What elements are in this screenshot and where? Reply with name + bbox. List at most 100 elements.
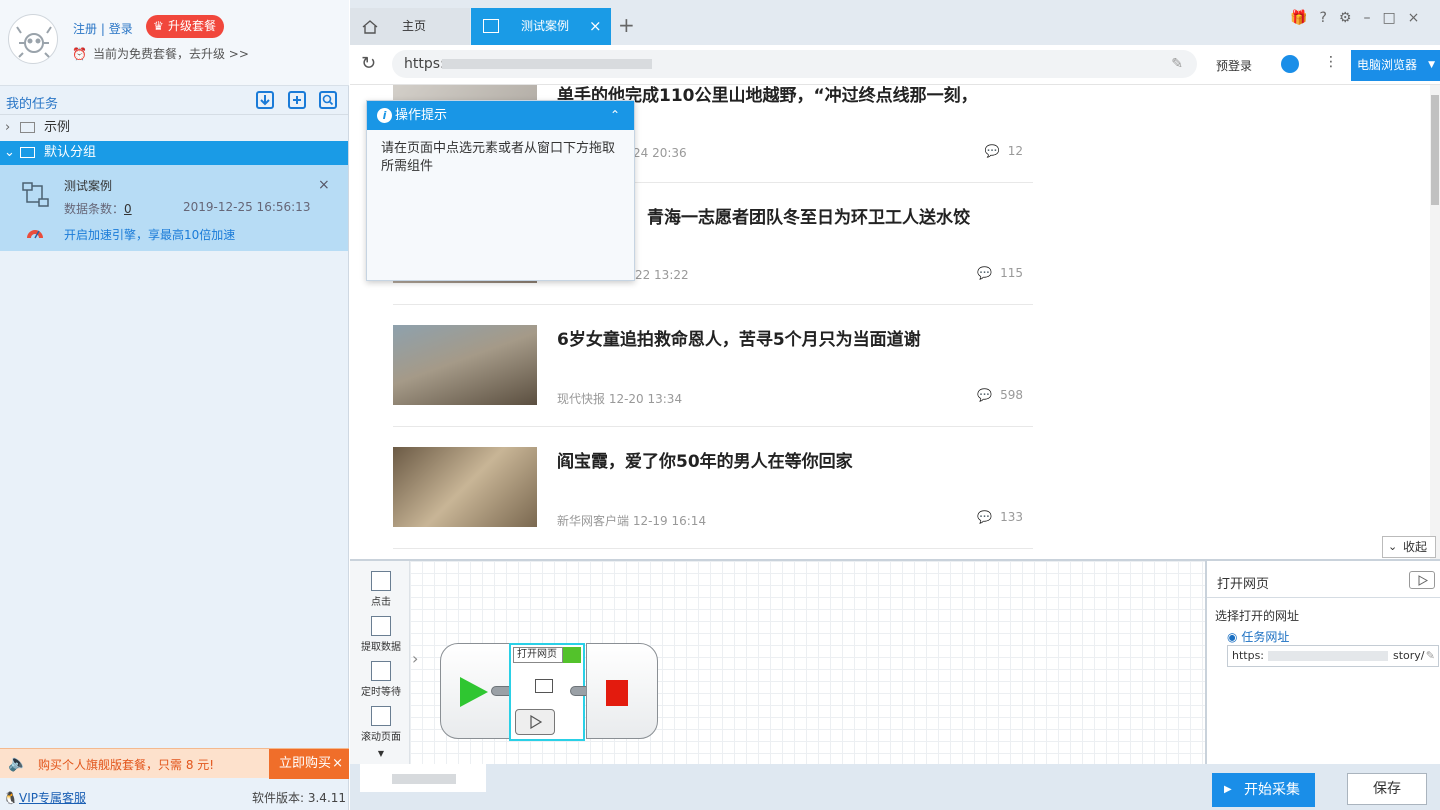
news-title[interactable]: 青海一志愿者团队冬至日为环卫工人送水饺 bbox=[647, 203, 970, 228]
count-label: 数据条数： bbox=[64, 202, 125, 216]
tab-bar: 主页 测试案例 × + 🎁 ? ⚙ – □ × bbox=[350, 0, 1440, 45]
start-collect-button[interactable]: ▶ 开始采集 bbox=[1212, 773, 1315, 807]
alarm-clock-icon: ⏰ bbox=[72, 47, 87, 61]
maximize-icon[interactable]: □ bbox=[1382, 10, 1395, 26]
close-icon[interactable]: × bbox=[318, 177, 330, 193]
properties-panel: 打开网页 选择打开的网址 ◉ 任务网址 https: story/ ✎ bbox=[1205, 559, 1440, 764]
gift-icon[interactable]: 🎁 bbox=[1290, 10, 1307, 26]
more-menu-icon[interactable]: ⋮ bbox=[1324, 54, 1338, 70]
task-card[interactable]: 测试案例 数据条数：0 2019-12-25 16:56:13 × 开启加速引擎… bbox=[0, 165, 348, 251]
scroll-icon bbox=[371, 706, 391, 726]
extract-icon bbox=[371, 616, 391, 636]
click-icon bbox=[371, 571, 391, 591]
scrollbar-thumb[interactable] bbox=[1431, 95, 1439, 205]
news-item[interactable]: 6岁女童追拍救命恩人，苦寻5个月只为当面道谢 现代快报 12-20 13:34 … bbox=[393, 305, 1033, 427]
auth-links: 注册 | 登录 bbox=[73, 20, 133, 37]
chevron-down-icon: ⌄ bbox=[4, 145, 15, 160]
news-item[interactable]: 阎宝霞，爱了你50年的男人在等你回家 新华网客户端 12-19 16:14 💬 1… bbox=[393, 427, 1033, 549]
component-toolbox: 点击 提取数据 定时等待 滚动页面 ▼ bbox=[350, 561, 410, 766]
hourglass-icon bbox=[371, 661, 391, 681]
close-icon[interactable]: × bbox=[332, 749, 343, 779]
edit-pencil-icon[interactable]: ✎ bbox=[1426, 646, 1435, 666]
import-task-icon[interactable] bbox=[255, 90, 275, 110]
caret-down-icon: ▼ bbox=[1428, 60, 1435, 70]
help-icon[interactable]: ? bbox=[1319, 10, 1326, 26]
gear-icon[interactable]: ⚙ bbox=[1339, 10, 1352, 26]
register-link[interactable]: 注册 bbox=[73, 22, 97, 36]
comment-icon: 💬 bbox=[977, 388, 993, 402]
scrollbar[interactable] bbox=[1430, 85, 1440, 559]
save-button[interactable]: 保存 bbox=[1347, 773, 1427, 805]
plan-status[interactable]: ⏰ 当前为免费套餐，去升级 >> bbox=[72, 45, 249, 62]
tab-test-case[interactable]: 测试案例 × bbox=[471, 8, 611, 45]
login-link[interactable]: 登录 bbox=[109, 22, 133, 36]
window-controls: 🎁 ? ⚙ – □ × bbox=[1290, 10, 1419, 26]
group-example[interactable]: › 示例 bbox=[0, 116, 348, 140]
plan-text: 当前为免费套餐，去升级 >> bbox=[92, 47, 249, 61]
avatar[interactable] bbox=[8, 14, 58, 64]
prelogin-button[interactable]: 预登录 bbox=[1216, 57, 1252, 74]
toolbox-more-icon[interactable]: ▼ bbox=[354, 749, 408, 758]
hand-pointer-icon[interactable] bbox=[1281, 55, 1299, 73]
refresh-icon[interactable]: ↻ bbox=[361, 55, 376, 73]
run-node-button[interactable] bbox=[515, 709, 555, 735]
props-title: 打开网页 bbox=[1217, 577, 1270, 592]
address-bar: ↻ https: ✎ 预登录 ⋮ 电脑浏览器 ▼ bbox=[350, 45, 1440, 85]
news-meta: 现代快报 12-20 13:34 bbox=[557, 392, 683, 406]
url-redacted bbox=[442, 59, 652, 69]
news-title[interactable]: 阎宝霞，爱了你50年的男人在等你回家 bbox=[557, 447, 853, 472]
news-comments[interactable]: 💬 598 bbox=[977, 388, 1023, 402]
search-task-icon[interactable] bbox=[318, 90, 338, 110]
chevron-right-icon[interactable]: › bbox=[412, 649, 418, 668]
task-url-option[interactable]: ◉ 任务网址 bbox=[1227, 628, 1289, 645]
flowchart-icon bbox=[22, 182, 50, 208]
tab-home[interactable]: 主页 bbox=[350, 8, 470, 45]
new-tab-icon[interactable]: + bbox=[618, 8, 638, 45]
chevron-up-icon[interactable]: ⌃ bbox=[610, 101, 620, 130]
upgrade-button[interactable]: ♛ 升级套餐 bbox=[146, 15, 224, 38]
close-window-icon[interactable]: × bbox=[1408, 10, 1420, 26]
news-comments[interactable]: 💬 133 bbox=[977, 510, 1023, 524]
run-step-button[interactable] bbox=[1409, 571, 1435, 589]
tool-click[interactable]: 点击 bbox=[354, 571, 408, 608]
group-default[interactable]: ⌄ 默认分组 bbox=[0, 141, 348, 165]
news-title[interactable]: 6岁女童追拍救命恩人，苦寻5个月只为当面道谢 bbox=[557, 325, 921, 350]
add-task-icon[interactable] bbox=[287, 90, 307, 110]
browser-mode-button[interactable]: 电脑浏览器 ▼ bbox=[1351, 50, 1440, 81]
tool-label: 提取数据 bbox=[361, 642, 401, 653]
tool-label: 点击 bbox=[371, 597, 391, 608]
close-tab-icon[interactable]: × bbox=[589, 8, 602, 45]
tab-redacted bbox=[392, 774, 456, 784]
tip-body: 请在页面中点选元素或者从窗口下方拖取所需组件 bbox=[381, 141, 616, 174]
accelerate-link[interactable]: 开启加速引擎，享最高10倍加速 bbox=[64, 226, 235, 243]
tool-wait[interactable]: 定时等待 bbox=[354, 661, 408, 698]
group-label: 默认分组 bbox=[44, 145, 97, 160]
url-text: https: bbox=[404, 56, 445, 72]
software-version: 软件版本: 3.4.11 bbox=[252, 791, 347, 805]
url-start: https: bbox=[1232, 649, 1265, 662]
toolbox-tab[interactable] bbox=[360, 764, 486, 792]
task-date: 2019-12-25 16:56:13 bbox=[183, 200, 311, 214]
vip-service-link[interactable]: VIP专属客服 bbox=[19, 786, 86, 810]
node-status bbox=[563, 647, 581, 663]
count-value[interactable]: 0 bbox=[124, 202, 132, 216]
end-node[interactable] bbox=[586, 643, 658, 739]
tool-extract[interactable]: 提取数据 bbox=[354, 616, 408, 653]
news-comments[interactable]: 💬 115 bbox=[977, 266, 1023, 280]
node-label: 打开网页 bbox=[513, 647, 563, 663]
chevron-right-icon: › bbox=[5, 120, 11, 135]
url-field[interactable]: https: ✎ bbox=[392, 50, 1197, 78]
auth-separator: | bbox=[100, 22, 105, 36]
edit-pencil-icon[interactable]: ✎ bbox=[1171, 50, 1183, 78]
tool-scroll[interactable]: 滚动页面 bbox=[354, 706, 408, 743]
news-comments[interactable]: 💬 12 bbox=[985, 144, 1023, 158]
group-label: 示例 bbox=[44, 120, 71, 135]
collapse-button[interactable]: ⌄ 收起 bbox=[1382, 536, 1436, 558]
minimize-icon[interactable]: – bbox=[1363, 10, 1370, 26]
home-icon bbox=[362, 20, 378, 34]
footer: 🐧 VIP专属客服 软件版本: 3.4.11 bbox=[0, 786, 349, 810]
url-input[interactable]: https: story/ ✎ bbox=[1227, 645, 1439, 667]
task-name: 测试案例 bbox=[64, 179, 113, 193]
buy-now-button[interactable]: 立即购买 × bbox=[269, 749, 349, 779]
info-icon: i bbox=[377, 108, 392, 123]
